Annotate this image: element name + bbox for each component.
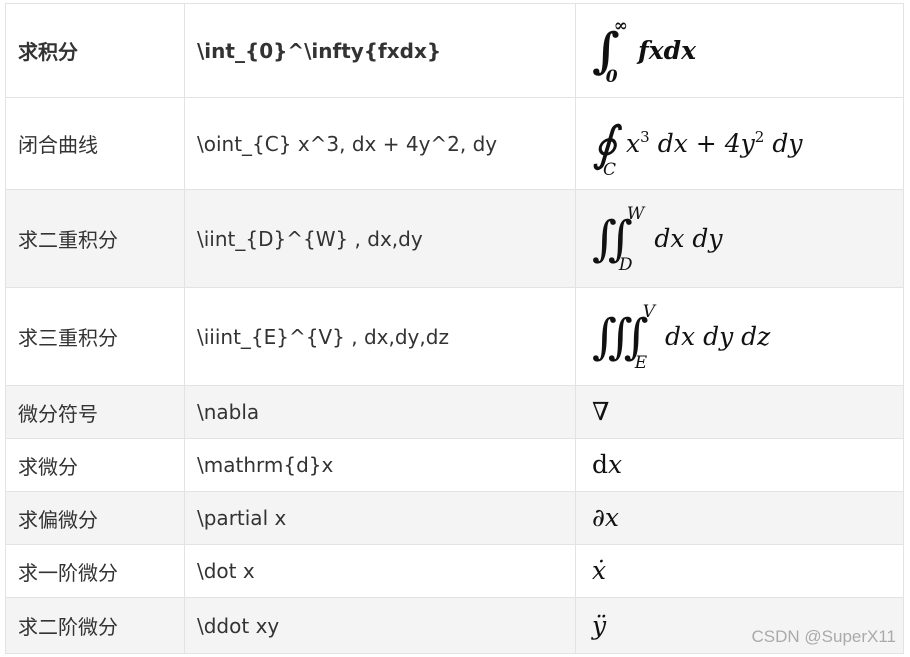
var-x: x — [608, 450, 623, 479]
integrand: fxdx — [637, 36, 697, 65]
table-row: 求微分 \mathrm{d}x dx — [5, 438, 904, 492]
differentials: dx dy — [654, 224, 723, 253]
lower-limit: C — [603, 159, 617, 180]
upper-limit: W — [626, 203, 645, 224]
table-row: 求积分 \int_{0}^\infty{fxdx} ∫ ∞ 0 fxdx — [5, 3, 904, 98]
latex-code-cell: \iiint_{E}^{V} , dx,dy,dz — [184, 287, 576, 386]
rendered-math-cell: ∂x — [575, 491, 904, 545]
symbol-name-cell: 求一阶微分 — [5, 544, 185, 598]
plus-sign: + — [695, 129, 717, 158]
dy-term: dy — [772, 129, 803, 158]
triple-integral-formula: ∭ V E dx dy dz — [592, 303, 771, 371]
lower-limit: D — [618, 254, 633, 275]
table-row: 求三重积分 \iiint_{E}^{V} , dx,dy,dz ∭ V E dx… — [5, 287, 904, 386]
latex-code-cell: \dot x — [184, 544, 576, 598]
ddot-formula: ÿ — [592, 610, 607, 640]
lower-limit: E — [634, 352, 648, 373]
watermark: CSDN @SuperX11 — [751, 627, 897, 646]
contour-integral-formula: ∮ C x3 dx + 4y 2 dy — [592, 115, 803, 179]
differential-formula: dx — [592, 452, 622, 477]
latex-code-cell: \ddot xy — [184, 597, 576, 654]
rendered-math-cell: ∫ ∞ 0 fxdx — [575, 3, 904, 98]
symbol-name-cell: 求微分 — [5, 438, 185, 492]
partial-formula: ∂x — [592, 503, 620, 532]
symbol-name-cell: 求三重积分 — [5, 287, 185, 386]
lower-limit: 0 — [605, 66, 618, 87]
roman-d: d — [592, 450, 609, 479]
triple-integral-sign: ∭ — [592, 308, 649, 365]
latex-code-cell: \partial x — [184, 491, 576, 545]
term-4y: 4y — [724, 129, 755, 158]
table-row: 微分符号 \nabla ∇ — [5, 385, 904, 439]
latex-code-cell: \int_{0}^\infty{fxdx} — [184, 3, 576, 98]
symbol-name-cell: 微分符号 — [5, 385, 185, 439]
table-row: 求一阶微分 \dot x ẋ — [5, 544, 904, 598]
nabla-symbol: ∇ — [592, 397, 610, 426]
upper-limit: ∞ — [613, 15, 628, 36]
rendered-math-cell: dx — [575, 438, 904, 492]
exponent-2: 2 — [754, 128, 765, 146]
table-row: 求偏微分 \partial x ∂x — [5, 491, 904, 545]
table-row: 求二重积分 \iint_{D}^{W} , dx,dy ∬ W D dx dy — [5, 189, 904, 288]
rendered-math-cell: ∇ — [575, 385, 904, 439]
rendered-math-cell: ∭ V E dx dy dz — [575, 287, 904, 386]
rendered-math-cell: ẋ — [575, 544, 904, 598]
symbol-name-cell: 求二阶微分 — [5, 597, 185, 654]
upper-limit: V — [642, 301, 656, 322]
latex-code-cell: \iint_{D}^{W} , dx,dy — [184, 189, 576, 288]
dot-formula: ẋ — [592, 556, 607, 585]
differentials: dx dy dz — [665, 322, 771, 351]
latex-code-cell: \oint_{C} x^3, dx + 4y^2, dy — [184, 97, 576, 190]
symbol-name-cell: 闭合曲线 — [5, 97, 185, 190]
var-x: x — [626, 129, 641, 158]
integral-formula: ∫ ∞ 0 fxdx — [592, 17, 697, 85]
exponent-3: 3 — [640, 128, 650, 146]
rendered-math-cell: ∬ W D dx dy — [575, 189, 904, 288]
symbol-name-cell: 求偏微分 — [5, 491, 185, 545]
latex-symbol-table: 求积分 \int_{0}^\infty{fxdx} ∫ ∞ 0 fxdx 闭合曲… — [5, 3, 904, 654]
dx-term: dx — [657, 129, 688, 158]
table-row: 闭合曲线 \oint_{C} x^3, dx + 4y^2, dy ∮ C x3… — [5, 97, 904, 190]
symbol-name-cell: 求积分 — [5, 3, 185, 98]
rendered-math-cell: ∮ C x3 dx + 4y 2 dy — [575, 97, 904, 190]
latex-code-cell: \nabla — [184, 385, 576, 439]
symbol-name-cell: 求二重积分 — [5, 189, 185, 288]
latex-code-cell: \mathrm{d}x — [184, 438, 576, 492]
double-integral-formula: ∬ W D dx dy — [592, 205, 723, 273]
